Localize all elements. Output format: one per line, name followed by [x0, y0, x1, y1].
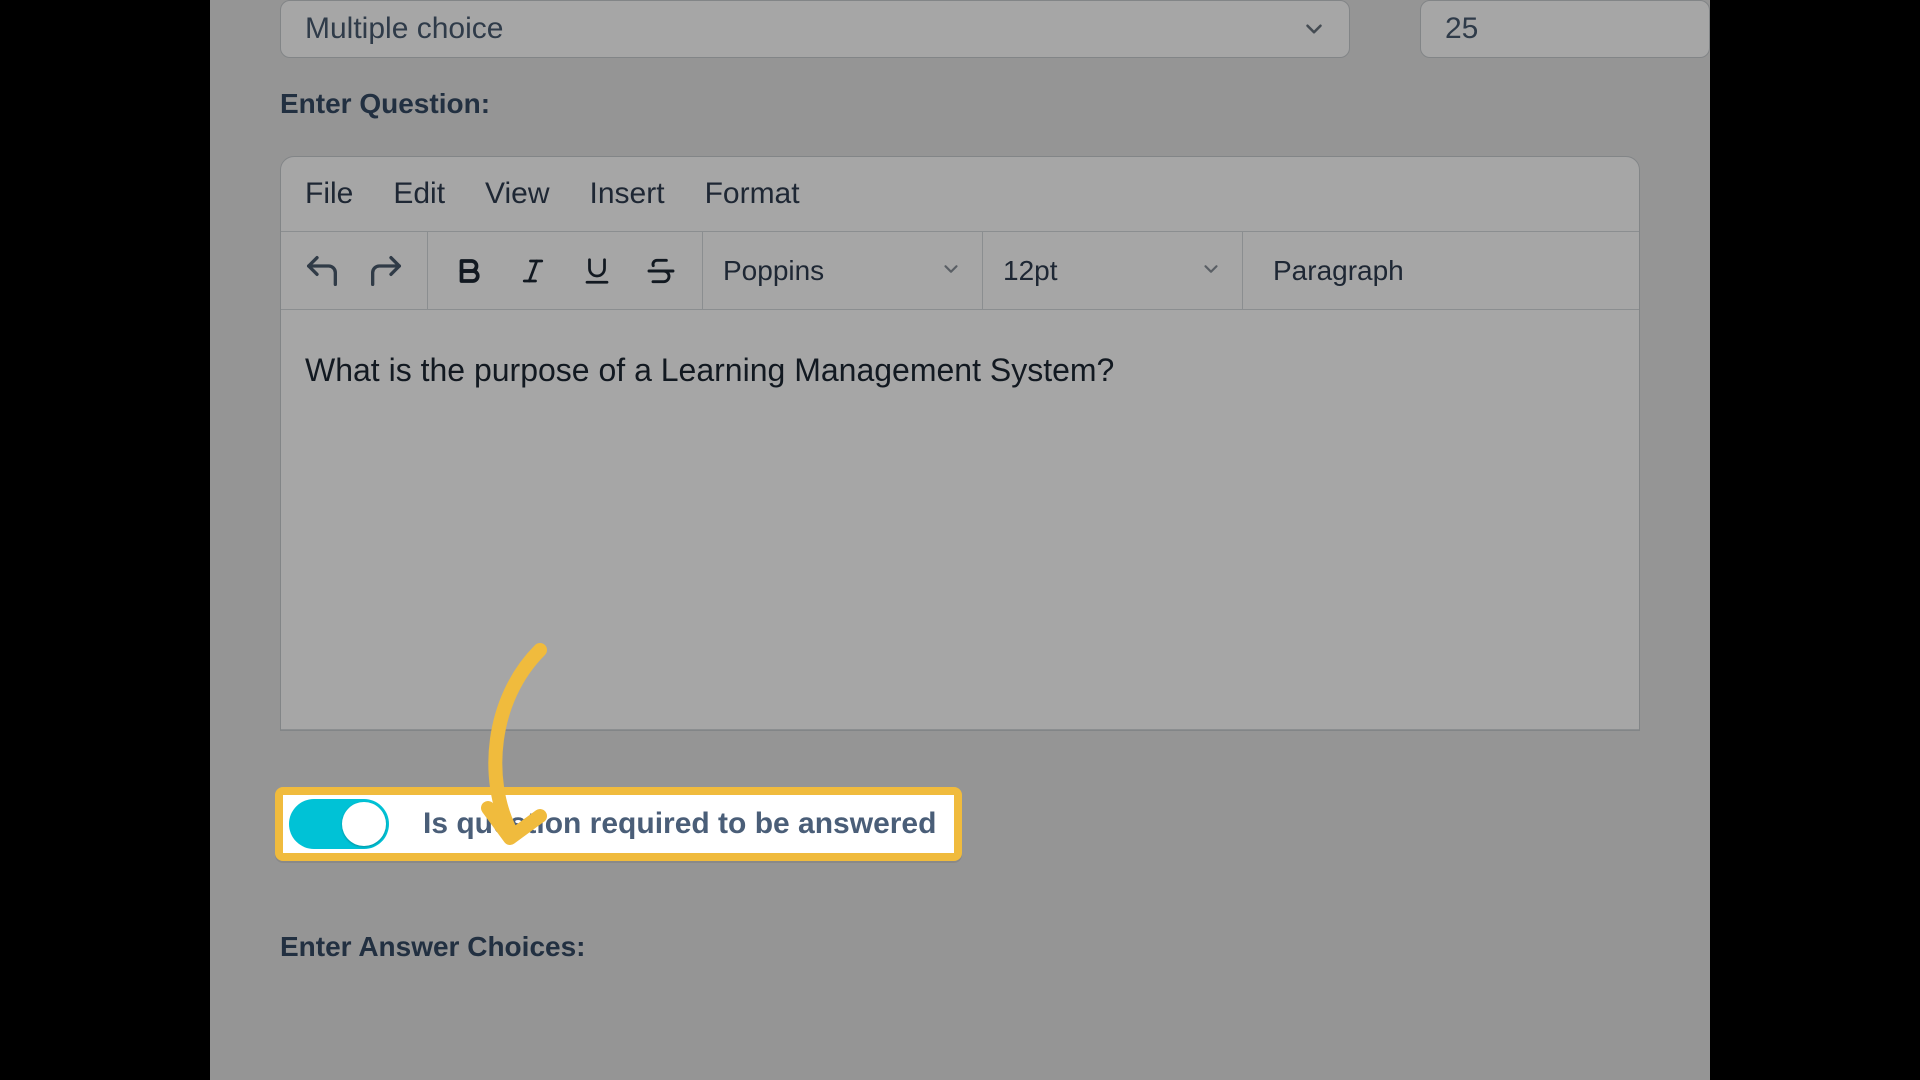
chevron-down-icon — [1200, 255, 1222, 287]
menu-edit[interactable]: Edit — [393, 177, 445, 211]
menu-file[interactable]: File — [305, 177, 353, 211]
menu-format[interactable]: Format — [705, 177, 800, 211]
block-format-value: Paragraph — [1273, 255, 1404, 287]
bold-button[interactable] — [444, 246, 494, 296]
block-format-select[interactable]: Paragraph — [1243, 232, 1424, 309]
font-size-select[interactable]: 12pt — [983, 232, 1243, 309]
redo-button[interactable] — [361, 246, 411, 296]
italic-button[interactable] — [508, 246, 558, 296]
font-size-value: 12pt — [1003, 255, 1058, 287]
required-toggle-label: Is question required to be answered — [423, 807, 936, 841]
editor-menu-bar: File Edit View Insert Format — [281, 157, 1639, 232]
enter-answer-choices-label: Enter Answer Choices: — [280, 931, 1640, 963]
chevron-down-icon — [1301, 16, 1327, 42]
required-toggle[interactable] — [289, 799, 389, 849]
enter-question-label: Enter Question: — [280, 88, 1640, 120]
rich-text-editor: File Edit View Insert Format — [280, 156, 1640, 731]
points-value: 25 — [1445, 12, 1478, 46]
question-type-select[interactable]: Multiple choice — [280, 0, 1350, 58]
font-family-select[interactable]: Poppins — [703, 232, 983, 309]
menu-view[interactable]: View — [485, 177, 549, 211]
chevron-down-icon — [940, 255, 962, 287]
toggle-knob — [342, 802, 386, 846]
undo-button[interactable] — [297, 246, 347, 296]
underline-button[interactable] — [572, 246, 622, 296]
strikethrough-button[interactable] — [636, 246, 686, 296]
points-input[interactable]: 25 — [1420, 0, 1710, 58]
menu-insert[interactable]: Insert — [590, 177, 665, 211]
editor-toolbar: Poppins 12pt Paragraph — [281, 232, 1639, 310]
editor-content[interactable]: What is the purpose of a Learning Manage… — [281, 310, 1639, 730]
required-toggle-highlight: Is question required to be answered — [275, 787, 962, 861]
font-family-value: Poppins — [723, 255, 824, 287]
question-type-value: Multiple choice — [305, 12, 503, 46]
